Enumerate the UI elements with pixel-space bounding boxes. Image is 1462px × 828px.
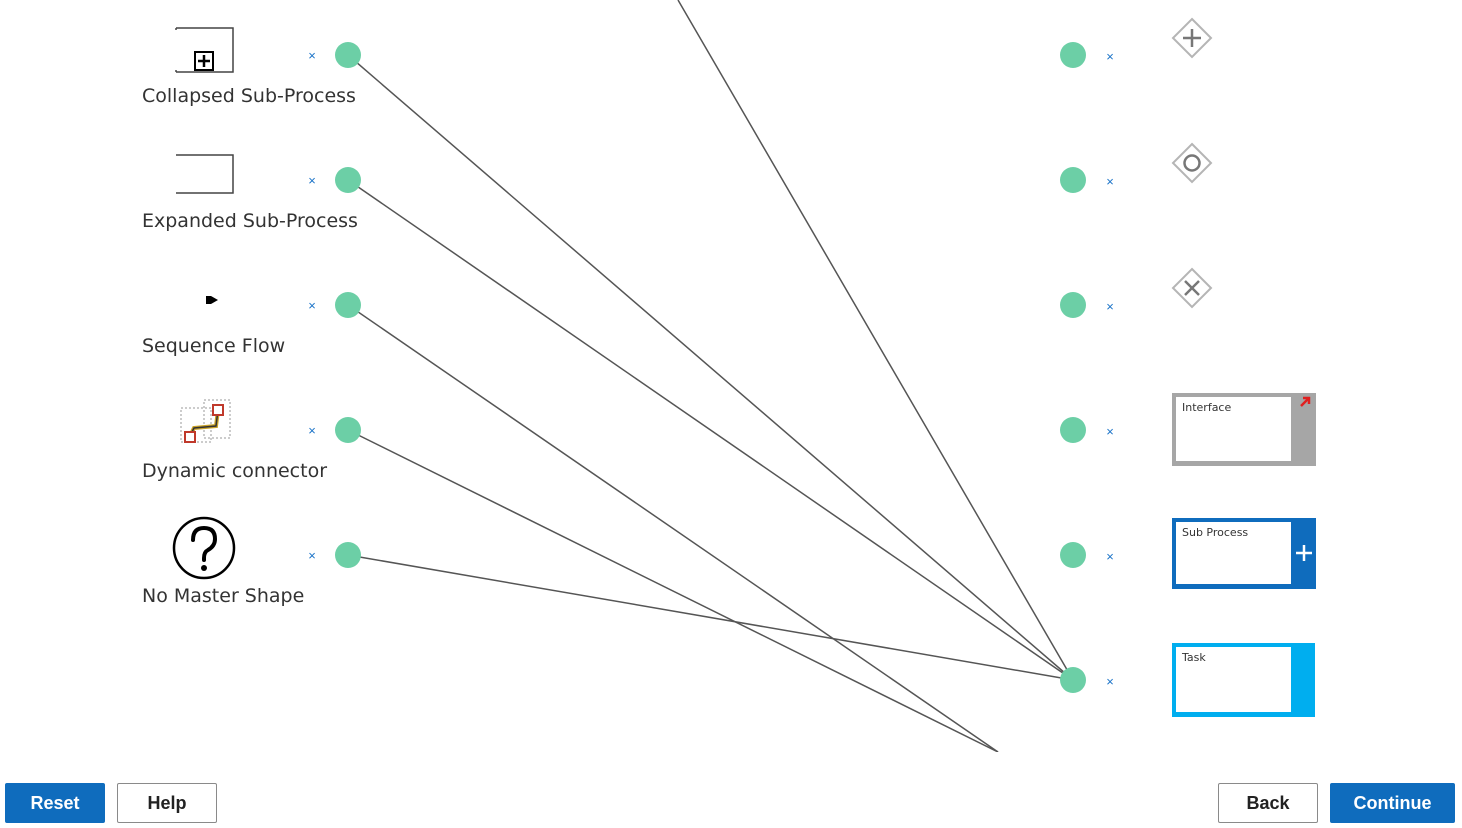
left-item-label: Collapsed Sub-Process [142,85,356,107]
continue-button[interactable]: Continue [1330,783,1455,823]
remove-mapping-button[interactable]: × [1103,50,1117,64]
remove-mapping-button[interactable]: × [305,49,319,63]
arrow-up-right-icon [1300,396,1311,407]
left-connector-dot[interactable] [335,167,361,193]
remove-mapping-button[interactable]: × [1103,425,1117,439]
left-connector-dot[interactable] [335,417,361,443]
sub-process-card-icon: Sub Process [1172,518,1316,589]
left-connector-dot[interactable] [335,42,361,68]
mapping-area: Collapsed Sub-Process × Expanded Sub-Pro… [0,0,1462,752]
connection-lines [347,0,1074,752]
remove-mapping-button[interactable]: × [1103,175,1117,189]
right-connector-dot[interactable] [1060,542,1086,568]
sequence-flow-icon [206,296,218,304]
remove-mapping-button[interactable]: × [305,424,319,438]
right-connector-dot[interactable] [1060,417,1086,443]
back-button[interactable]: Back [1218,783,1318,823]
connection-line [347,54,1074,681]
dynamic-connector-icon [180,399,231,443]
card-label: Task [1182,651,1206,664]
connection-line [347,429,999,752]
connection-line [347,179,1074,681]
remove-mapping-button[interactable]: × [1103,675,1117,689]
right-connector-dot[interactable] [1060,42,1086,68]
left-item-label: No Master Shape [142,585,305,607]
remove-mapping-button[interactable]: × [1103,550,1117,564]
left-item-label: Dynamic connector [142,460,328,482]
expanded-sub-process-icon [176,154,234,194]
reset-button[interactable]: Reset [5,783,105,823]
left-connector-dot[interactable] [335,292,361,318]
card-label: Interface [1182,401,1232,414]
right-connector-dot[interactable] [1060,167,1086,193]
right-connector-dot[interactable] [1060,292,1086,318]
left-item-label: Sequence Flow [142,335,286,357]
collapsed-sub-process-icon [175,27,234,73]
card-label: Sub Process [1182,526,1249,539]
right-connector-dot[interactable] [1060,667,1086,693]
interface-card-icon: Interface [1172,393,1316,466]
task-card-icon: Task [1172,643,1315,717]
plus-icon [1296,545,1312,561]
remove-mapping-button[interactable]: × [305,299,319,313]
left-item-label: Expanded Sub-Process [142,210,358,232]
left-connector-dot[interactable] [335,542,361,568]
connection-line [677,0,1074,681]
remove-mapping-button[interactable]: × [305,549,319,563]
question-mark-icon [172,516,236,580]
remove-mapping-button[interactable]: × [305,174,319,188]
help-button[interactable]: Help [117,783,217,823]
exclusive-gateway-icon [1171,267,1213,309]
remove-mapping-button[interactable]: × [1103,300,1117,314]
connection-line [347,554,1074,681]
inclusive-gateway-icon [1171,142,1213,184]
connection-line [347,304,999,752]
parallel-gateway-icon [1171,17,1213,59]
